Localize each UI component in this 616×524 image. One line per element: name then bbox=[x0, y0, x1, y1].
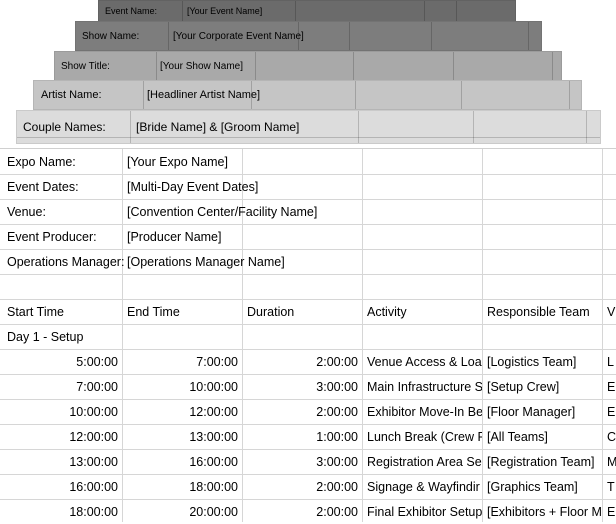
info-label-expo[interactable]: Expo Name: bbox=[0, 149, 122, 174]
sheet-label: Artist Name: bbox=[41, 89, 102, 101]
row-4-start[interactable]: 12:00:00 bbox=[0, 424, 122, 449]
stacked-sheet-couple[interactable]: Couple Names: [Bride Name] & [Groom Name… bbox=[16, 110, 601, 144]
row-6-start[interactable]: 16:00:00 bbox=[0, 474, 122, 499]
sheet-value: [Headliner Artist Name] bbox=[147, 89, 261, 101]
row-7-extra[interactable]: E bbox=[600, 499, 616, 524]
row-5-extra[interactable]: M bbox=[600, 449, 616, 474]
row-3-activity[interactable]: Exhibitor Move-In Be bbox=[360, 399, 482, 424]
stacked-sheet-show[interactable]: Show Name: [Your Corporate Event Name] bbox=[75, 21, 542, 51]
sheet-value: [Bride Name] & [Groom Name] bbox=[136, 120, 300, 134]
row-5-activity[interactable]: Registration Area Se bbox=[360, 449, 482, 474]
row-7-start[interactable]: 18:00:00 bbox=[0, 499, 122, 524]
row-5-start[interactable]: 13:00:00 bbox=[0, 449, 122, 474]
row-7-end[interactable]: 20:00:00 bbox=[122, 499, 242, 524]
row-2-duration[interactable]: 3:00:00 bbox=[242, 374, 362, 399]
row-3-extra[interactable]: E bbox=[600, 399, 616, 424]
section-label[interactable]: Day 1 - Setup bbox=[0, 324, 240, 349]
info-value-expo[interactable]: [Your Expo Name] bbox=[120, 149, 360, 174]
row-3-team[interactable]: [Floor Manager] bbox=[480, 399, 602, 424]
row-2-start[interactable]: 7:00:00 bbox=[0, 374, 122, 399]
header-end-time[interactable]: End Time bbox=[120, 299, 242, 324]
sheet-value: [Your Corporate Event Name] bbox=[173, 30, 304, 42]
info-label-venue[interactable]: Venue: bbox=[0, 199, 122, 224]
row-1-extra[interactable]: L bbox=[600, 349, 616, 374]
info-value-producer[interactable]: [Producer Name] bbox=[120, 224, 360, 249]
row-7-activity[interactable]: Final Exhibitor Setup bbox=[360, 499, 482, 524]
row-6-duration[interactable]: 2:00:00 bbox=[242, 474, 362, 499]
row-6-extra[interactable]: T bbox=[600, 474, 616, 499]
row-1-team[interactable]: [Logistics Team] bbox=[480, 349, 602, 374]
stacked-sheet-event[interactable]: Event Name: [Your Event Name] bbox=[98, 0, 516, 22]
row-1-activity[interactable]: Venue Access & Loa bbox=[360, 349, 482, 374]
row-1-end[interactable]: 7:00:00 bbox=[122, 349, 242, 374]
sheet-label: Couple Names: bbox=[23, 120, 106, 134]
sheet-label: Show Title: bbox=[61, 60, 110, 72]
row-6-activity[interactable]: Signage & Wayfindir bbox=[360, 474, 482, 499]
row-4-duration[interactable]: 1:00:00 bbox=[242, 424, 362, 449]
row-5-team[interactable]: [Registration Team] bbox=[480, 449, 602, 474]
info-label-producer[interactable]: Event Producer: bbox=[0, 224, 122, 249]
row-2-team[interactable]: [Setup Crew] bbox=[480, 374, 602, 399]
row-7-duration[interactable]: 2:00:00 bbox=[242, 499, 362, 524]
row-1-duration[interactable]: 2:00:00 bbox=[242, 349, 362, 374]
row-4-end[interactable]: 13:00:00 bbox=[122, 424, 242, 449]
row-7-team[interactable]: [Exhibitors + Floor M bbox=[480, 499, 602, 524]
info-value-venue[interactable]: [Convention Center/Facility Name] bbox=[120, 199, 360, 224]
header-duration[interactable]: Duration bbox=[240, 299, 362, 324]
header-start-time[interactable]: Start Time bbox=[0, 299, 122, 324]
row-6-end[interactable]: 18:00:00 bbox=[122, 474, 242, 499]
row-5-duration[interactable]: 3:00:00 bbox=[242, 449, 362, 474]
row-6-team[interactable]: [Graphics Team] bbox=[480, 474, 602, 499]
row-3-end[interactable]: 12:00:00 bbox=[122, 399, 242, 424]
info-value-operations[interactable]: [Operations Manager Name] bbox=[120, 249, 360, 274]
row-2-extra[interactable]: E bbox=[600, 374, 616, 399]
stacked-sheet-artist[interactable]: Artist Name: [Headliner Artist Name] bbox=[33, 80, 582, 110]
sheet-label: Event Name: bbox=[105, 6, 158, 16]
row-3-start[interactable]: 10:00:00 bbox=[0, 399, 122, 424]
row-4-team[interactable]: [All Teams] bbox=[480, 424, 602, 449]
stacked-sheet-show-title[interactable]: Show Title: [Your Show Name] bbox=[54, 51, 562, 81]
sheet-value: [Your Show Name] bbox=[160, 60, 244, 72]
sheet-label: Show Name: bbox=[82, 30, 140, 42]
row-4-extra[interactable]: C bbox=[600, 424, 616, 449]
header-venue-area[interactable]: V bbox=[600, 299, 616, 324]
row-4-activity[interactable]: Lunch Break (Crew R bbox=[360, 424, 482, 449]
row-1-start[interactable]: 5:00:00 bbox=[0, 349, 122, 374]
row-2-activity[interactable]: Main Infrastructure S bbox=[360, 374, 482, 399]
header-activity[interactable]: Activity bbox=[360, 299, 482, 324]
row-3-duration[interactable]: 2:00:00 bbox=[242, 399, 362, 424]
info-value-dates[interactable]: [Multi-Day Event Dates] bbox=[120, 174, 360, 199]
worksheet-grid[interactable]: Expo Name: [Your Expo Name] Event Dates:… bbox=[0, 148, 616, 522]
info-label-operations[interactable]: Operations Manager: bbox=[0, 249, 124, 274]
row-2-end[interactable]: 10:00:00 bbox=[122, 374, 242, 399]
row-5-end[interactable]: 16:00:00 bbox=[122, 449, 242, 474]
sheet-value: [Your Event Name] bbox=[187, 6, 263, 16]
info-label-dates[interactable]: Event Dates: bbox=[0, 174, 122, 199]
header-responsible-team[interactable]: Responsible Team bbox=[480, 299, 602, 324]
